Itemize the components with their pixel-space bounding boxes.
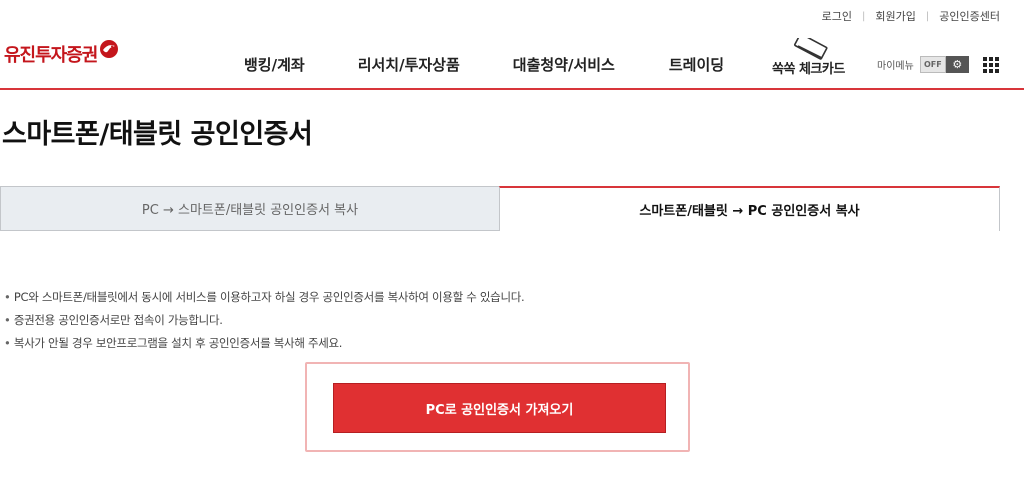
notice-list: PC와 스마트폰/태블릿에서 동시에 서비스를 이용하고자 하실 경우 공인인증… <box>4 286 525 355</box>
grid-icon[interactable] <box>982 56 999 73</box>
card-icon <box>794 38 828 60</box>
tab-mobile-to-pc[interactable]: 스마트폰/태블릿 → PC 공인인증서 복사 <box>499 186 1000 231</box>
list-item: PC와 스마트폰/태블릿에서 동시에 서비스를 이용하고자 하실 경우 공인인증… <box>4 286 525 309</box>
divider: | <box>862 10 866 22</box>
nav-research[interactable]: 리서치/투자상품 <box>358 54 460 75</box>
my-menu: 마이메뉴 OFF ⚙ <box>877 56 999 73</box>
divider: | <box>925 10 930 22</box>
toggle-state: OFF <box>919 56 946 73</box>
join-link[interactable]: 회원가입 <box>875 8 915 24</box>
utility-bar: 로그인 | 회원가입 | 공인인증센터 <box>822 8 1000 24</box>
page-title: 스마트폰/태블릿 공인인증서 <box>2 119 313 150</box>
check-card-link[interactable]: 쏙쏙 체크카드 <box>772 38 852 78</box>
list-item: 복사가 안될 경우 보안프로그램을 설치 후 공인인증서를 복사해 주세요. <box>4 332 524 355</box>
gear-icon: ⚙ <box>945 56 969 73</box>
logo[interactable]: 유진투자증권 <box>4 39 119 67</box>
cert-center-link[interactable]: 공인인증센터 <box>939 8 1000 24</box>
check-card-label: 쏙쏙 체크카드 <box>772 62 845 77</box>
logo-text: 유진투자증권 <box>4 45 98 66</box>
header: 유진투자증권 뱅킹/계좌 리서치/투자상품 대출청약/서비스 트레이딩 쏙쏙 체… <box>0 32 1024 90</box>
my-menu-label: 마이메뉴 <box>877 61 914 72</box>
nav-loan-service[interactable]: 대출청약/서비스 <box>513 54 615 75</box>
nav-banking[interactable]: 뱅킹/계좌 <box>244 54 305 75</box>
list-item: 증권전용 공인인증서로만 접속이 가능합니다. <box>4 309 524 332</box>
tab-bar: PC → 스마트폰/태블릿 공인인증서 복사 스마트폰/태블릿 → PC 공인인… <box>0 186 1000 231</box>
tab-pc-to-mobile[interactable]: PC → 스마트폰/태블릿 공인인증서 복사 <box>0 186 500 231</box>
my-menu-toggle[interactable]: OFF ⚙ <box>919 56 969 73</box>
nav-trading[interactable]: 트레이딩 <box>669 54 724 75</box>
import-cert-button[interactable]: PC로 공인인증서 가져오기 <box>333 383 666 433</box>
login-link[interactable]: 로그인 <box>822 8 852 24</box>
main-nav: 뱅킹/계좌 리서치/투자상품 대출청약/서비스 트레이딩 <box>244 54 724 75</box>
bird-logo-icon <box>99 39 119 63</box>
